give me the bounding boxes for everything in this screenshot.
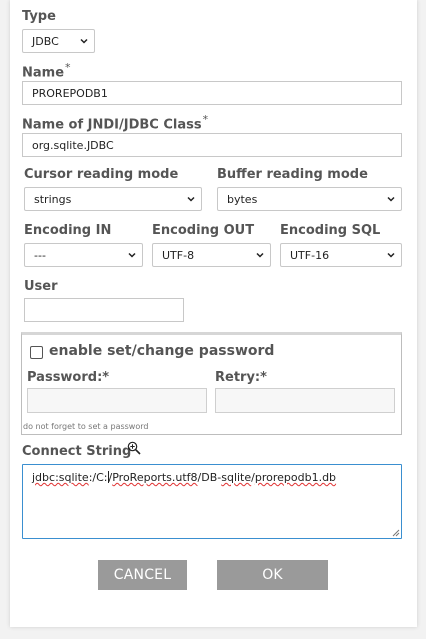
type-label: Type xyxy=(22,9,56,24)
zoom-in-icon[interactable] xyxy=(127,441,141,455)
encoding-out-label: Encoding OUT xyxy=(152,223,255,238)
connect-part: ProReports.utf8 xyxy=(112,471,198,484)
cursor-mode-value: strings xyxy=(34,193,72,206)
retry-label: Retry:* xyxy=(215,370,267,385)
cancel-button[interactable]: CANCEL xyxy=(98,560,187,590)
name-label-text: Name xyxy=(22,65,65,81)
type-value: JDBC xyxy=(32,35,59,48)
password-section: enable set/change password Password:* Re… xyxy=(21,332,402,435)
chevron-down-icon xyxy=(128,252,136,258)
encoding-sql-label: Encoding SQL xyxy=(280,223,381,238)
connect-part: sqlite xyxy=(221,471,252,484)
retry-input xyxy=(215,388,395,413)
name-label: Name* xyxy=(22,61,71,80)
name-input[interactable]: PROREPODB1 xyxy=(22,81,402,105)
connect-string-textarea[interactable]: jdbc:sqlite:/C:/ProReports.utf8/DB-sqlit… xyxy=(22,464,402,539)
ok-button[interactable]: OK xyxy=(217,560,328,590)
required-mark: * xyxy=(65,61,71,74)
chevron-down-icon xyxy=(256,252,264,258)
buffer-mode-select[interactable]: bytes xyxy=(217,187,402,211)
password-label: Password:* xyxy=(27,370,110,385)
encoding-in-label: Encoding IN xyxy=(24,223,112,238)
enable-password-checkbox[interactable] xyxy=(30,346,43,359)
connect-part: :/C: xyxy=(88,471,108,484)
connect-part: /DB- xyxy=(197,471,222,484)
chevron-down-icon xyxy=(387,252,395,258)
chevron-down-icon xyxy=(80,38,88,44)
resize-grip-icon[interactable] xyxy=(392,529,400,537)
cursor-mode-select[interactable]: strings xyxy=(24,187,202,211)
encoding-in-value: --- xyxy=(34,249,46,262)
password-input xyxy=(27,388,207,413)
enable-password-label[interactable]: enable set/change password xyxy=(49,343,274,359)
connect-part: jdbc:sqlite xyxy=(32,471,89,484)
chevron-down-icon xyxy=(387,196,395,202)
connect-part: prorepodb1.db xyxy=(254,471,337,484)
type-select[interactable]: JDBC xyxy=(22,29,95,53)
encoding-out-value: UTF-8 xyxy=(162,249,195,262)
encoding-sql-select[interactable]: UTF-16 xyxy=(280,243,402,267)
required-mark: * xyxy=(202,113,209,126)
user-label: User xyxy=(24,279,58,294)
password-hint: do not forget to set a password xyxy=(23,422,149,431)
cursor-mode-label: Cursor reading mode xyxy=(24,167,179,182)
user-input[interactable] xyxy=(24,298,184,322)
encoding-in-select[interactable]: --- xyxy=(24,243,143,267)
encoding-out-select[interactable]: UTF-8 xyxy=(152,243,271,267)
class-input[interactable]: org.sqlite.JDBC xyxy=(22,133,402,157)
buffer-mode-value: bytes xyxy=(227,193,258,206)
chevron-down-icon xyxy=(187,196,195,202)
encoding-sql-value: UTF-16 xyxy=(290,249,330,262)
class-label-text: Name of JNDI/JDBC Class xyxy=(22,117,202,133)
class-label: Name of JNDI/JDBC Class* xyxy=(22,113,208,132)
buffer-mode-label: Buffer reading mode xyxy=(217,167,368,182)
connect-string-label: Connect String xyxy=(22,444,132,459)
